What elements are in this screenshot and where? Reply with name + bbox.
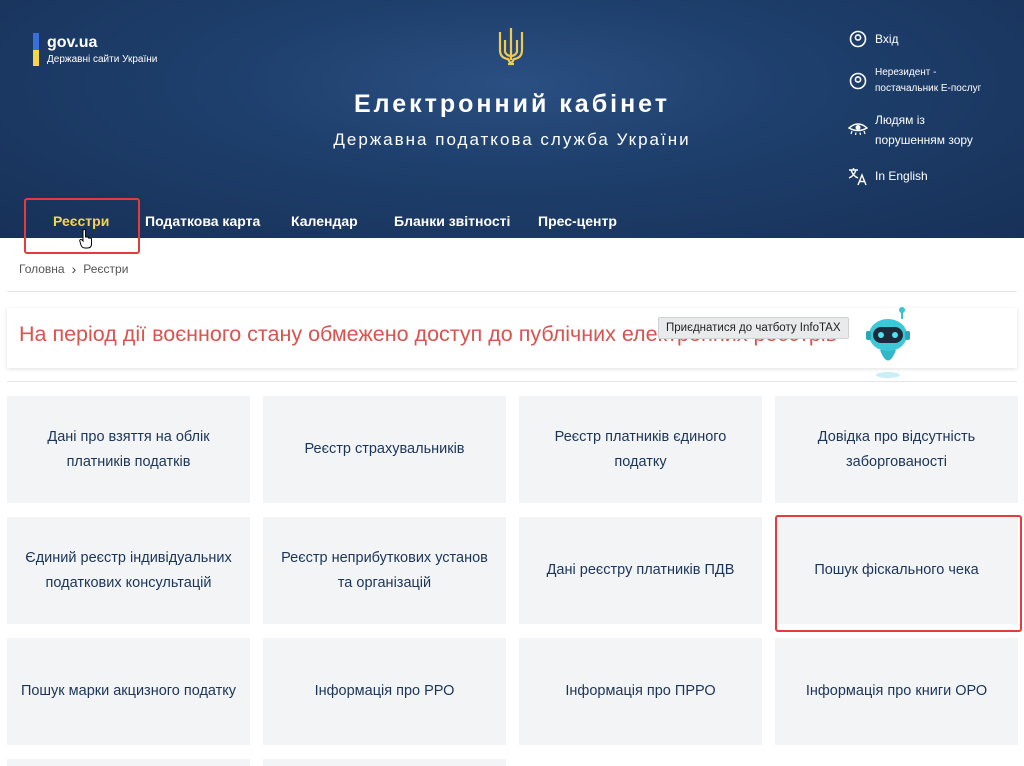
- card-label: та організацій: [337, 574, 432, 591]
- logo-name: gov.ua: [47, 34, 98, 51]
- card-label: Єдиний реєстр індивідуальних: [25, 549, 232, 566]
- card-no-debt-certificate[interactable]: Довідка про відсутність заборгованості: [775, 396, 1018, 503]
- card-label: податкових консультацій: [45, 574, 212, 591]
- nonresident-link[interactable]: Нерезидент - постачальник Е-послуг: [848, 65, 981, 97]
- card-label: Дані про взяття на облік: [47, 428, 210, 445]
- vision-label-line2: порушенням зору: [875, 133, 973, 147]
- gov-ua-logo[interactable]: gov.ua Державні сайти України: [33, 33, 157, 66]
- card-partial[interactable]: [7, 759, 250, 766]
- ukraine-flag-icon: [33, 33, 39, 66]
- translate-icon: [848, 168, 867, 186]
- nav-item-report-forms[interactable]: Бланки звітності: [394, 200, 510, 238]
- card-prro-info[interactable]: Інформація про ПРРО: [519, 638, 762, 745]
- card-individual-tax-consultations[interactable]: Єдиний реєстр індивідуальних податкових к…: [7, 517, 250, 624]
- user-circle-icon: [849, 72, 867, 90]
- card-rro-info[interactable]: Інформація про РРО: [263, 638, 506, 745]
- card-label: Інформація про книги ОРО: [805, 683, 988, 699]
- card-label: Дані реєстру платників ПДВ: [546, 562, 735, 578]
- chatbot-robot-icon[interactable]: [862, 305, 914, 379]
- card-label: Реєстр неприбуткових установ: [281, 549, 488, 566]
- login-link[interactable]: Вхід: [848, 29, 899, 49]
- card-excise-stamp-search[interactable]: Пошук марки акцизного податку: [7, 638, 250, 745]
- english-label: In English: [875, 169, 928, 183]
- divider: [7, 291, 1017, 292]
- card-taxpayer-registration[interactable]: Дані про взяття на облік платників податк…: [7, 396, 250, 503]
- main-nav: Реєстри Податкова карта Календар Бланки …: [0, 200, 1024, 238]
- hand-cursor-icon: [79, 229, 92, 249]
- card-label: Пошук марки акцизного податку: [20, 683, 237, 699]
- breadcrumb-current: Реєстри: [83, 262, 129, 276]
- card-label: платників податків: [66, 453, 191, 470]
- card-label: Інформація про РРО: [314, 683, 455, 699]
- eye-icon: [848, 123, 868, 136]
- card-label: Реєстр страхувальників: [304, 441, 465, 457]
- card-single-tax-registry[interactable]: Реєстр платників єдиного податку: [519, 396, 762, 503]
- card-label: податку: [614, 453, 667, 470]
- login-label: Вхід: [875, 32, 899, 46]
- card-insurers-registry[interactable]: Реєстр страхувальників: [263, 396, 506, 503]
- card-oro-books-info[interactable]: Інформація про книги ОРО: [775, 638, 1018, 745]
- vision-label-line1: Людям із: [875, 113, 925, 127]
- highlight-box-card: [775, 515, 1022, 632]
- card-label: Інформація про ПРРО: [565, 683, 716, 699]
- logo-subtitle: Державні сайти України: [47, 54, 158, 65]
- divider: [7, 381, 1017, 382]
- chatbot-tooltip: Приєднатися до чатботу InfoTAX: [658, 317, 849, 339]
- breadcrumb: Головна › Реєстри: [19, 261, 128, 277]
- nav-item-press-center[interactable]: Прес-центр: [538, 200, 617, 238]
- english-link[interactable]: In English: [848, 166, 928, 186]
- card-label: Реєстр платників єдиного: [554, 428, 727, 445]
- chevron-right-icon: ›: [71, 261, 77, 277]
- nav-item-calendar[interactable]: Календар: [291, 200, 358, 238]
- card-nonprofit-registry[interactable]: Реєстр неприбуткових установ та організац…: [263, 517, 506, 624]
- nonresident-label-line1: Нерезидент -: [875, 67, 937, 78]
- card-vat-registry[interactable]: Дані реєстру платників ПДВ: [519, 517, 762, 624]
- vision-impaired-link[interactable]: Людям із порушенням зору: [848, 110, 973, 150]
- trident-icon: [498, 28, 524, 66]
- card-label: Довідка про відсутність: [817, 428, 976, 445]
- nav-item-tax-map[interactable]: Податкова карта: [145, 200, 260, 238]
- site-header: gov.ua Державні сайти України Електронни…: [0, 0, 1024, 238]
- card-partial[interactable]: [263, 759, 506, 766]
- user-circle-icon: [849, 30, 867, 48]
- breadcrumb-home[interactable]: Головна: [19, 262, 65, 276]
- nonresident-label-line2: постачальник Е-послуг: [875, 83, 982, 94]
- card-label: заборгованості: [846, 453, 947, 470]
